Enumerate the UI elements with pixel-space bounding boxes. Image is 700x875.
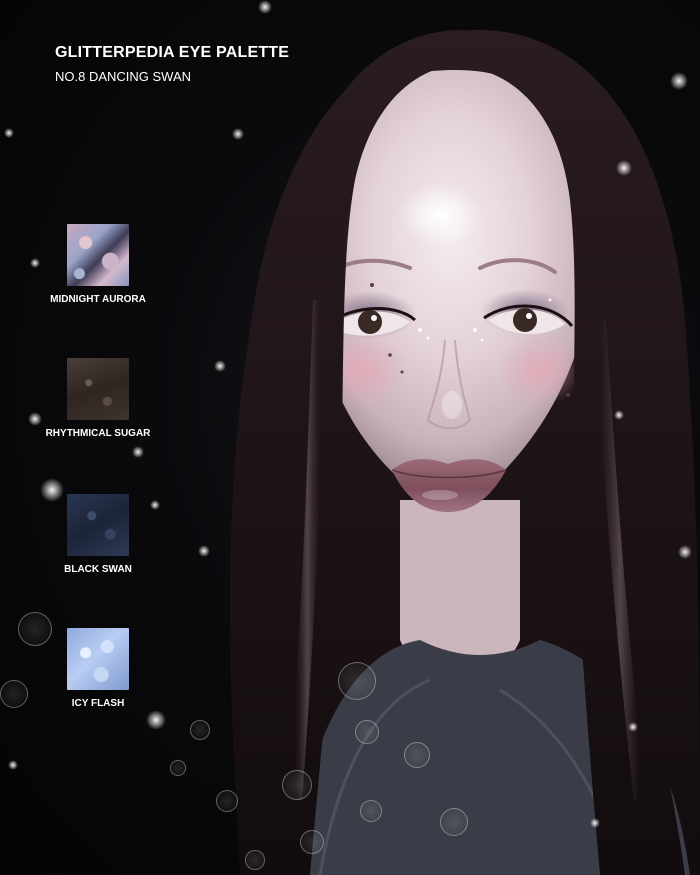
shade-label: BLACK SWAN [64, 564, 132, 575]
model-portrait [230, 29, 700, 875]
sparkle [628, 722, 638, 732]
shade-rhythmical-sugar: RHYTHMICAL SUGAR [8, 358, 188, 439]
palette-subtitle: NO.8 DANCING SWAN [55, 69, 192, 84]
shade-swatch [67, 358, 129, 420]
bokeh-circle [355, 720, 379, 744]
bokeh-circle [282, 770, 312, 800]
sparkle [616, 160, 632, 176]
sparkle [258, 0, 272, 14]
product-image: GLITTERPEDIA EYE PALETTE NO.8 DANCING SW… [0, 0, 700, 875]
shade-swatch [67, 628, 129, 690]
sparkle [198, 545, 210, 557]
shade-icy-flash: ICY FLASH [8, 628, 188, 709]
bokeh-circle [170, 760, 186, 776]
shade-swatch [67, 224, 129, 286]
sparkle [4, 128, 14, 138]
palette-title: GLITTERPEDIA EYE PALETTE [55, 44, 290, 61]
shade-swatch [67, 494, 129, 556]
sparkle [614, 410, 624, 420]
shade-midnight-aurora: MIDNIGHT AURORA [8, 224, 188, 305]
sparkle [232, 128, 244, 140]
bokeh-circle [404, 742, 430, 768]
bokeh-circle [245, 850, 265, 870]
sparkle [590, 818, 600, 828]
shade-label: MIDNIGHT AURORA [50, 294, 146, 305]
shade-label: ICY FLASH [71, 698, 125, 709]
bokeh-circle [440, 808, 468, 836]
shade-black-swan: BLACK SWAN [8, 494, 188, 575]
sparkle [670, 72, 688, 90]
sparkle [214, 360, 226, 372]
bokeh-circle [216, 790, 238, 812]
sparkle [132, 446, 144, 458]
bokeh-circle [190, 720, 210, 740]
shade-label: RHYTHMICAL SUGAR [45, 428, 151, 439]
bokeh-circle [300, 830, 324, 854]
bokeh-circle [360, 800, 382, 822]
sparkle [678, 545, 692, 559]
bokeh-circle [338, 662, 376, 700]
sparkle [146, 710, 166, 730]
sparkle [8, 760, 18, 770]
